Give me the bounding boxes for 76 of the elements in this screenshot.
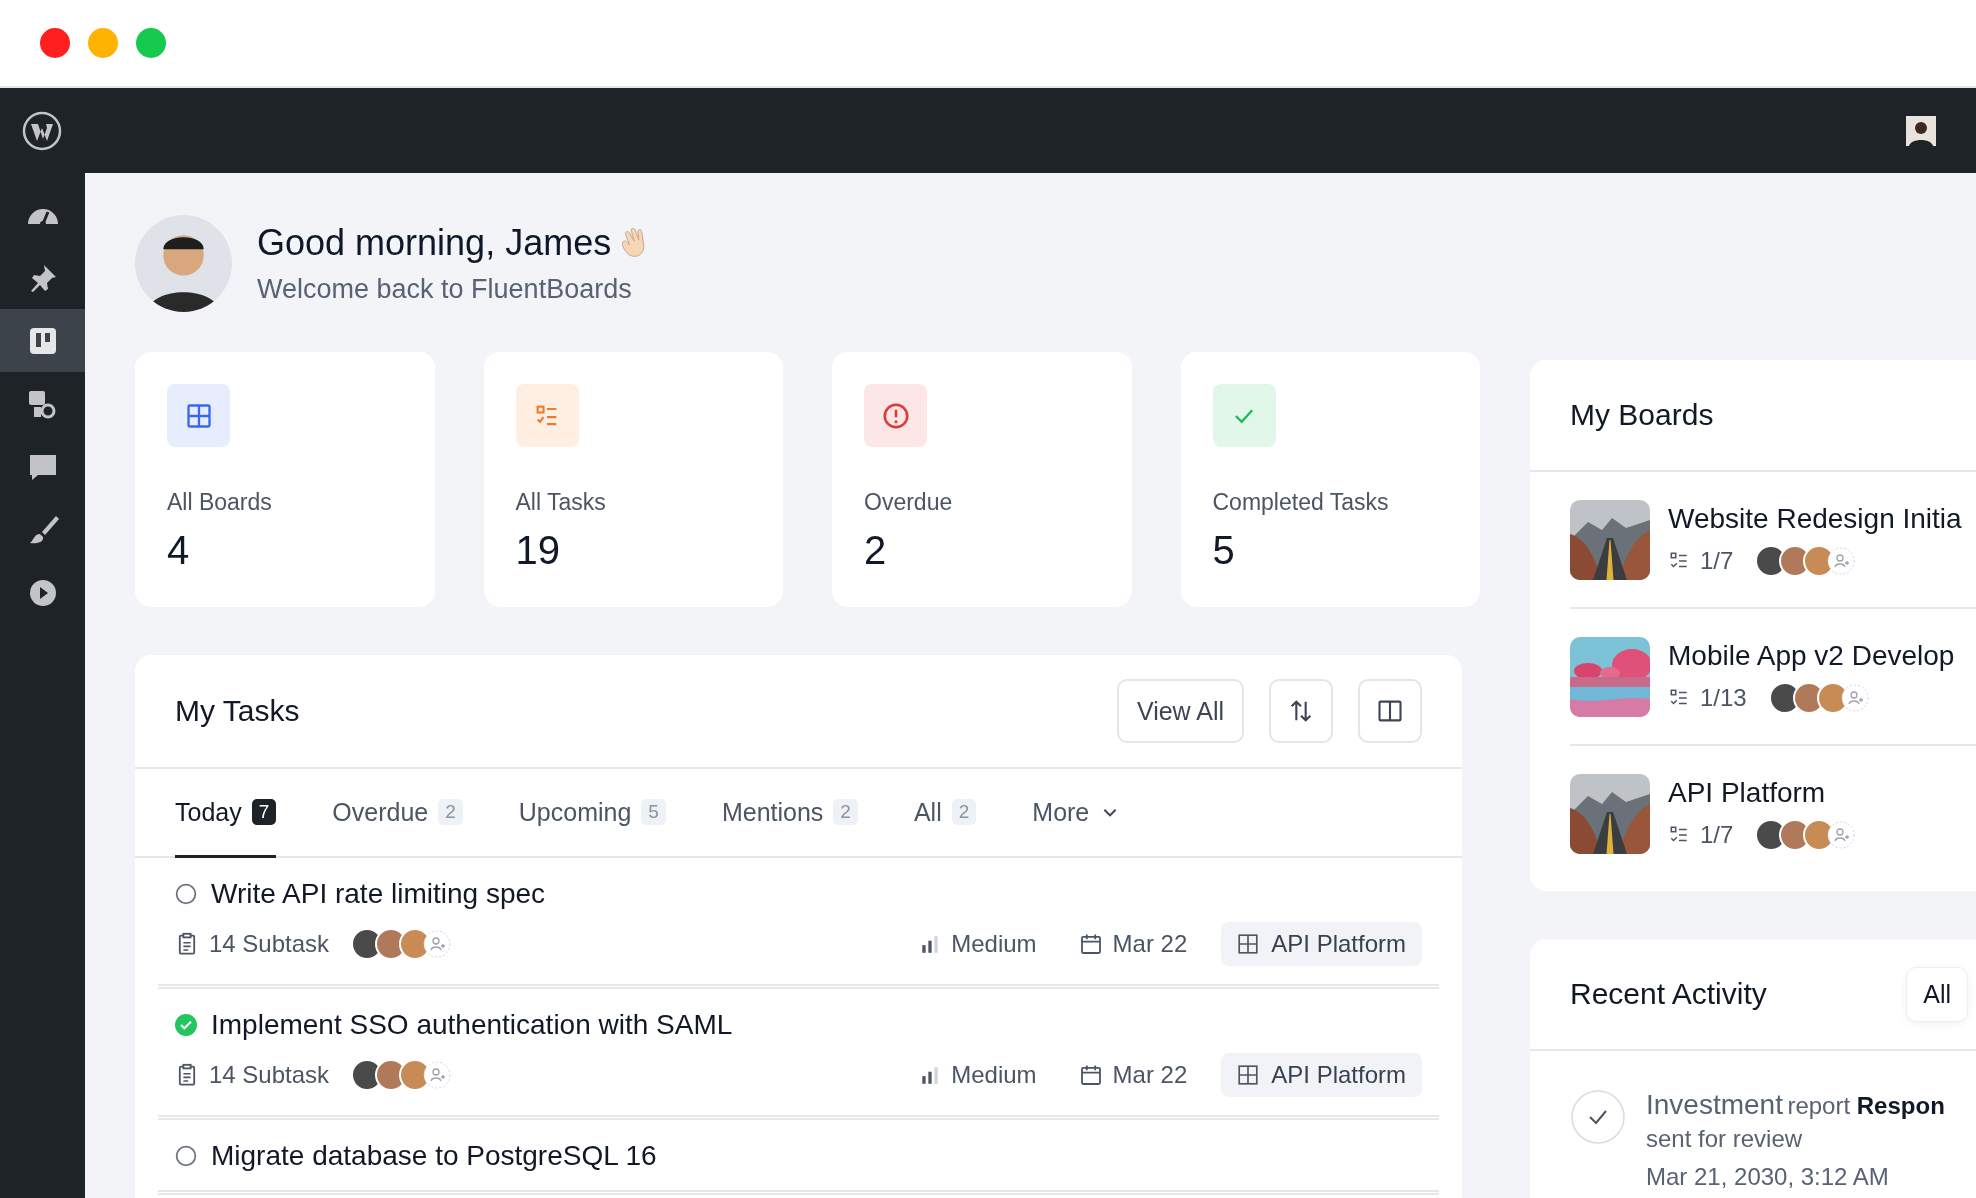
activity-subject: Investment <box>1646 1089 1783 1120</box>
stat-label: All Tasks <box>515 489 607 516</box>
sidebar-item[interactable] <box>0 309 85 372</box>
panel-title: My Tasks <box>175 694 300 728</box>
tab-count: 7 <box>251 799 277 825</box>
stat-label: All Boards <box>167 489 273 516</box>
panel-title: Recent Activity <box>1570 977 1767 1011</box>
activity-detail: sent for review <box>1646 1125 1804 1153</box>
add-member-icon[interactable] <box>423 930 452 958</box>
filter-button[interactable]: All <box>1906 966 1968 1022</box>
tab-count: 2 <box>833 799 858 825</box>
tab-label: All <box>913 797 942 827</box>
stat-label: Completed Tasks <box>1212 489 1390 516</box>
stat-value: 5 <box>1212 528 1236 573</box>
tab[interactable]: All 2 <box>913 769 977 858</box>
check-circle-icon <box>1570 1089 1626 1145</box>
tab-count: 5 <box>641 799 666 825</box>
priority-label: Medium <box>951 930 1037 958</box>
subtask-count: 14 Subtask <box>209 1061 330 1089</box>
more-dropdown[interactable]: More <box>1032 769 1120 858</box>
view-all-button[interactable]: View All <box>1116 679 1244 743</box>
task-title[interactable]: Implement SSO authentication with SAML <box>211 1009 733 1041</box>
tab[interactable]: Overdue 2 <box>332 769 463 858</box>
greeting-title: Good morning, James <box>257 222 612 264</box>
tab-label: Overdue <box>332 797 429 827</box>
add-member-icon[interactable] <box>1827 546 1856 575</box>
sort-button[interactable] <box>1269 679 1333 743</box>
status-circle-icon[interactable] <box>175 883 197 905</box>
board-name[interactable]: Mobile App v2 Develop <box>1668 639 1955 672</box>
stat-icon <box>167 384 230 447</box>
subtask-count: 14 Subtask <box>209 930 330 958</box>
status-circle-icon[interactable] <box>175 1145 197 1167</box>
stat-label: Overdue <box>864 489 954 516</box>
stat-icon <box>864 384 927 447</box>
task-count: 1/7 <box>1700 820 1734 849</box>
window-control[interactable] <box>40 28 70 58</box>
task-title[interactable]: Write API rate limiting spec <box>211 878 546 910</box>
add-member-icon[interactable] <box>423 1061 452 1089</box>
calendar-icon <box>1078 932 1103 956</box>
tab-count: 2 <box>438 799 463 825</box>
task-title[interactable]: Migrate database to PostgreSQL 16 <box>211 1140 657 1172</box>
board-name[interactable]: Website Redesign Initia <box>1668 502 1962 535</box>
stat-value: 4 <box>167 528 191 573</box>
layout-button[interactable] <box>1358 679 1422 743</box>
add-member-icon[interactable] <box>1840 683 1869 712</box>
activity-action: report Respon <box>1787 1092 1945 1119</box>
tab-label: Upcoming <box>518 797 632 827</box>
grid-icon <box>1237 933 1260 955</box>
stat-value: 2 <box>864 528 888 573</box>
grid-icon <box>1237 1064 1260 1086</box>
stat-icon <box>515 384 579 447</box>
calendar-icon <box>1078 1063 1103 1087</box>
add-member-icon[interactable] <box>1827 820 1856 849</box>
wordpress-logo-icon[interactable] <box>22 110 62 151</box>
tab[interactable]: Today 7 <box>175 769 277 858</box>
more-label: More <box>1032 797 1090 827</box>
board-tag[interactable]: API Platform <box>1221 1053 1422 1097</box>
due-date: Mar 22 <box>1112 930 1188 958</box>
tab-count: 2 <box>951 799 977 825</box>
tab[interactable]: Mentions 2 <box>721 769 858 858</box>
greeting-subtitle: Welcome back to FluentBoards <box>257 274 633 305</box>
user-avatar[interactable] <box>1906 115 1936 146</box>
board-tag[interactable]: API Platform <box>1221 922 1422 966</box>
stat-icon <box>1212 384 1276 447</box>
task-count: 1/7 <box>1700 546 1734 575</box>
tab-label: Today <box>175 797 242 827</box>
tab-label: Mentions <box>721 797 824 827</box>
task-count: 1/13 <box>1700 683 1747 712</box>
activity-time: Mar 21, 2030, 3:12 AM <box>1646 1163 1890 1191</box>
completed-check-icon[interactable] <box>175 1014 197 1036</box>
stat-value: 19 <box>515 528 561 573</box>
board-name[interactable]: API Platform <box>1668 776 1856 809</box>
due-date: Mar 22 <box>1112 1061 1188 1089</box>
priority-label: Medium <box>951 1061 1037 1089</box>
panel-title: My Boards <box>1570 398 1714 432</box>
tab[interactable]: Upcoming 5 <box>518 769 666 858</box>
